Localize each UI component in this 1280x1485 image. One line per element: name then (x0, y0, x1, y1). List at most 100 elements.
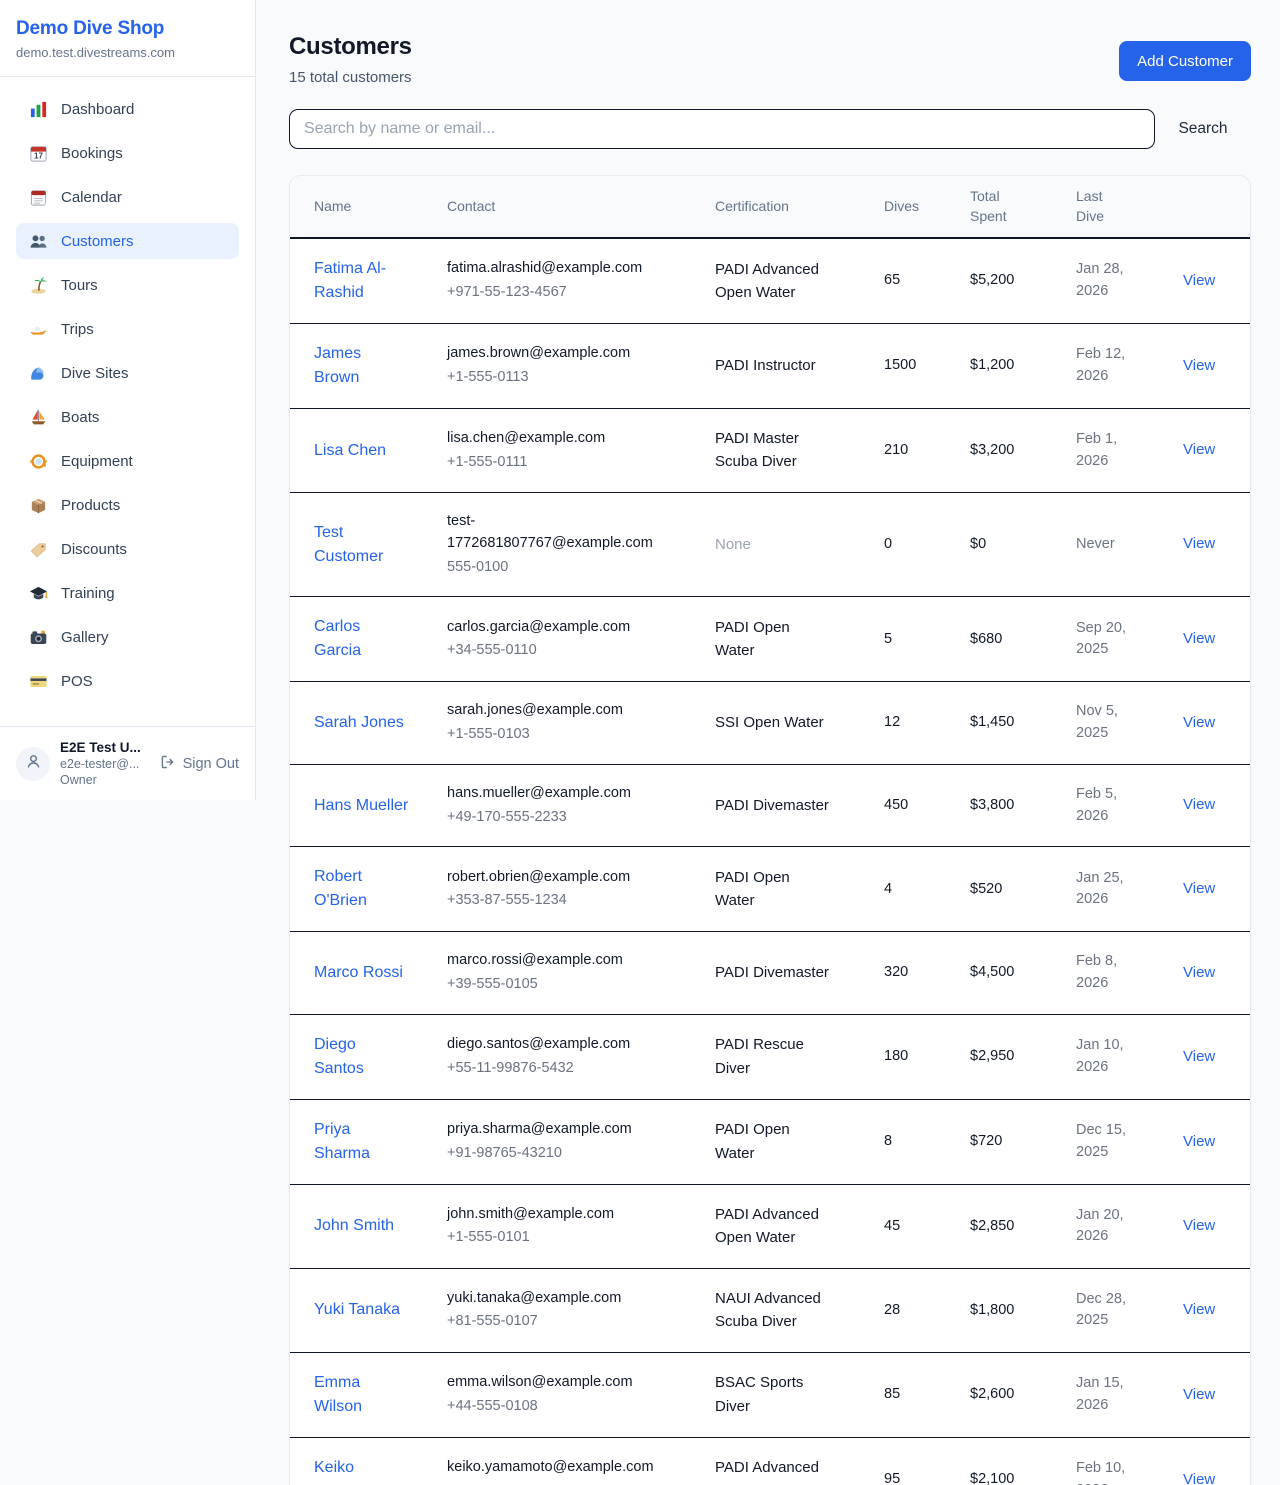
customer-dives: 5 (884, 631, 892, 647)
sidebar-item-customers[interactable]: Customers (16, 223, 239, 259)
total-spent-cell: $3,200 (958, 409, 1064, 493)
customer-certification: PADI Open Water (715, 616, 833, 663)
customers-table: NameContactCertificationDivesTotal Spent… (290, 176, 1250, 1485)
user-email: e2e-tester@... (60, 757, 150, 771)
customer-certification: PADI Advanced Open Water (715, 258, 833, 305)
view-customer-link[interactable]: View (1183, 1048, 1215, 1065)
name-cell: Robert O'Brien (290, 847, 435, 932)
sign-out-button[interactable]: Sign Out (160, 754, 239, 774)
table-row: Yuki Tanakayuki.tanaka@example.com+81-55… (290, 1269, 1250, 1353)
customer-name-link[interactable]: Priya Sharma (314, 1118, 409, 1166)
sidebar-item-equipment[interactable]: Equipment (16, 443, 239, 479)
customer-name-link[interactable]: Diego Santos (314, 1033, 409, 1081)
total-spent-cell: $2,950 (958, 1015, 1064, 1100)
customer-total-spent: $720 (970, 1133, 1002, 1149)
customer-name-link[interactable]: Hans Mueller (314, 794, 408, 818)
customer-email: keiko.yamamoto@example.com (447, 1457, 659, 1479)
sidebar-item-boats[interactable]: Boats (16, 399, 239, 435)
sidebar-item-dashboard[interactable]: Dashboard (16, 91, 239, 127)
view-customer-link[interactable]: View (1183, 714, 1215, 731)
customer-name-link[interactable]: Marco Rossi (314, 961, 403, 985)
customer-name-link[interactable]: Yuki Tanaka (314, 1298, 400, 1322)
sidebar-item-label: Equipment (61, 453, 133, 470)
view-customer-link[interactable]: View (1183, 880, 1215, 897)
sidebar-item-label: Customers (61, 233, 134, 250)
table-row: Hans Muellerhans.mueller@example.com+49-… (290, 765, 1250, 848)
customer-total-spent: $1,800 (970, 1302, 1014, 1318)
sidebar-item-bookings[interactable]: 17Bookings (16, 135, 239, 171)
customer-phone: 555-0100 (447, 557, 691, 579)
certification-cell: PADI Instructor (703, 324, 872, 409)
sidebar-item-dive-sites[interactable]: Dive Sites (16, 355, 239, 391)
customer-last-dive: Feb 10, 2026 (1076, 1458, 1138, 1485)
dives-cell: 450 (872, 765, 958, 848)
sidebar-item-training[interactable]: Training (16, 575, 239, 611)
certification-cell: NAUI Advanced Scuba Diver (703, 1269, 872, 1353)
sidebar-item-label: POS (61, 673, 93, 690)
customer-name-link[interactable]: Keiko Yamamoto (314, 1456, 409, 1485)
customer-name-link[interactable]: Carlos Garcia (314, 615, 409, 663)
actions-cell: View (1171, 682, 1250, 765)
customer-name-link[interactable]: James Brown (314, 342, 409, 390)
add-customer-button[interactable]: Add Customer (1119, 41, 1251, 81)
sidebar-item-products[interactable]: Products (16, 487, 239, 523)
view-customer-link[interactable]: View (1183, 964, 1215, 981)
contact-cell: marco.rossi@example.com+39-555-0105 (435, 932, 703, 1015)
view-customer-link[interactable]: View (1183, 1301, 1215, 1318)
table-row: Sarah Jonessarah.jones@example.com+1-555… (290, 682, 1250, 765)
customer-phone: +91-98765-43210 (447, 1143, 691, 1165)
dives-cell: 45 (872, 1185, 958, 1269)
customer-last-dive: Feb 1, 2026 (1076, 429, 1138, 473)
column-header-last-dive: Last Dive (1064, 176, 1171, 239)
certification-cell: PADI Divemaster (703, 932, 872, 1015)
view-customer-link[interactable]: View (1183, 796, 1215, 813)
customer-email: yuki.tanaka@example.com (447, 1288, 659, 1310)
customer-name-link[interactable]: Fatima Al-Rashid (314, 257, 409, 305)
sidebar-item-discounts[interactable]: Discounts (16, 531, 239, 567)
customer-total-spent: $680 (970, 631, 1002, 647)
view-customer-link[interactable]: View (1183, 357, 1215, 374)
dives-cell: 8 (872, 1100, 958, 1185)
customer-name-link[interactable]: Emma Wilson (314, 1371, 409, 1419)
column-header-label: Total Spent (970, 187, 1016, 226)
table-row: John Smithjohn.smith@example.com+1-555-0… (290, 1185, 1250, 1269)
customer-name-link[interactable]: Robert O'Brien (314, 865, 409, 913)
sidebar-item-trips[interactable]: Trips (16, 311, 239, 347)
view-customer-link[interactable]: View (1183, 630, 1215, 647)
total-spent-cell: $3,800 (958, 765, 1064, 848)
sidebar-item-gallery[interactable]: Gallery (16, 619, 239, 655)
customer-email: john.smith@example.com (447, 1204, 659, 1226)
view-customer-link[interactable]: View (1183, 1471, 1215, 1485)
dives-cell: 12 (872, 682, 958, 765)
view-customer-link[interactable]: View (1183, 1386, 1215, 1403)
column-header-certification: Certification (703, 176, 872, 239)
table-row: Keiko Yamamoto keiko.yamamoto@example.com… (290, 1438, 1250, 1485)
sidebar-item-pos[interactable]: POS (16, 663, 239, 699)
search-button[interactable]: Search (1155, 120, 1251, 138)
page-title: Customers (289, 33, 1251, 61)
total-spent-cell: $1,200 (958, 324, 1064, 409)
sidebar-item-calendar[interactable]: Calendar (16, 179, 239, 215)
view-customer-link[interactable]: View (1183, 535, 1215, 552)
customer-dives: 180 (884, 1048, 908, 1064)
view-customer-link[interactable]: View (1183, 441, 1215, 458)
customer-dives: 1500 (884, 357, 916, 373)
view-customer-link[interactable]: View (1183, 1133, 1215, 1150)
customer-name-link[interactable]: Test Customer (314, 521, 409, 569)
customer-dives: 12 (884, 714, 900, 730)
customer-name-link[interactable]: Sarah Jones (314, 711, 404, 735)
view-customer-link[interactable]: View (1183, 1217, 1215, 1234)
customer-email: marco.rossi@example.com (447, 950, 659, 972)
last-dive-cell: Nov 5, 2025 (1064, 682, 1171, 765)
view-customer-link[interactable]: View (1183, 272, 1215, 289)
contact-cell: james.brown@example.com+1-555-0113 (435, 324, 703, 409)
table-header: NameContactCertificationDivesTotal Spent… (290, 176, 1250, 239)
customer-count: 15 total customers (289, 69, 1251, 86)
actions-cell: View (1171, 847, 1250, 932)
search-input[interactable] (289, 109, 1155, 149)
customer-phone: +81-90-1234-5678 (447, 1481, 691, 1485)
table-row: Diego Santosdiego.santos@example.com+55-… (290, 1015, 1250, 1100)
customer-name-link[interactable]: John Smith (314, 1214, 394, 1238)
sidebar-item-tours[interactable]: Tours (16, 267, 239, 303)
customer-name-link[interactable]: Lisa Chen (314, 439, 386, 463)
